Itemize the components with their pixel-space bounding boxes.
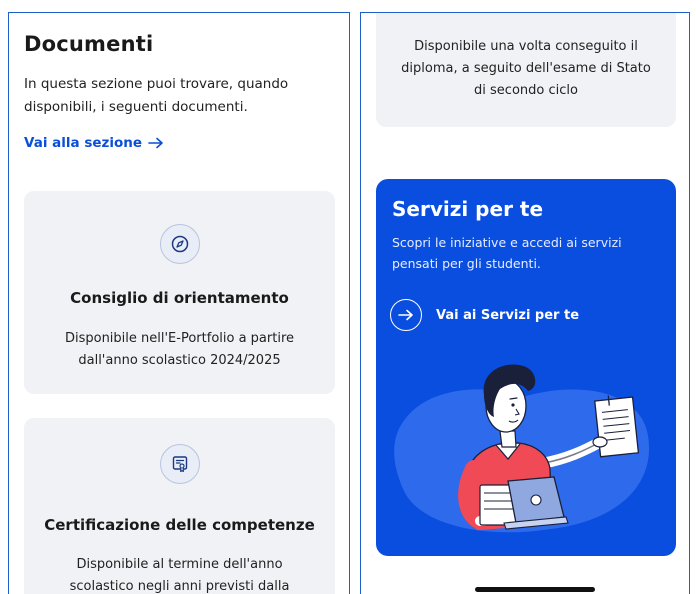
services-card: Servizi per te Scopri le iniziative e ac…: [376, 179, 676, 556]
student-with-laptop-illustration: [394, 364, 650, 533]
page-title: Documenti: [24, 32, 154, 56]
card-title: Certificazione delle competenze: [44, 516, 315, 534]
services-panel: Disponibile una volta conseguito il dipl…: [360, 12, 690, 594]
section-intro: In questa sezione puoi trovare, quando d…: [24, 76, 289, 115]
compass-icon: [159, 224, 200, 264]
go-to-section-link[interactable]: Vai alla sezione: [24, 135, 164, 151]
card-description: Disponibile nell'E-Portfolio a partire d…: [64, 331, 295, 368]
go-to-services-button[interactable]: Vai ai Servizi per te: [390, 299, 579, 331]
certificate-icon: [159, 444, 200, 484]
card-title: Consiglio di orientamento: [70, 289, 289, 307]
services-description: Scopri le iniziative e accedi ai servizi…: [392, 235, 622, 271]
go-to-section-label: Vai alla sezione: [24, 135, 143, 151]
services-title: Servizi per te: [392, 197, 544, 221]
arrow-right-circle-icon: [390, 299, 422, 331]
document-card-diploma: Disponibile una volta conseguito il dipl…: [376, 13, 676, 127]
card-description: Disponibile una volta conseguito il dipl…: [401, 39, 651, 98]
document-card-certificazione: Certificazione delle competenze Disponib…: [24, 418, 335, 594]
document-card-orientamento: Consiglio di orientamento Disponibile ne…: [24, 191, 335, 394]
arrow-right-icon: [148, 137, 164, 149]
go-to-services-label: Vai ai Servizi per te: [436, 307, 580, 323]
card-description: Disponibile al termine dell'anno scolast…: [69, 557, 290, 594]
documents-panel: Documenti In questa sezione puoi trovare…: [8, 12, 350, 594]
home-indicator: [475, 587, 595, 592]
